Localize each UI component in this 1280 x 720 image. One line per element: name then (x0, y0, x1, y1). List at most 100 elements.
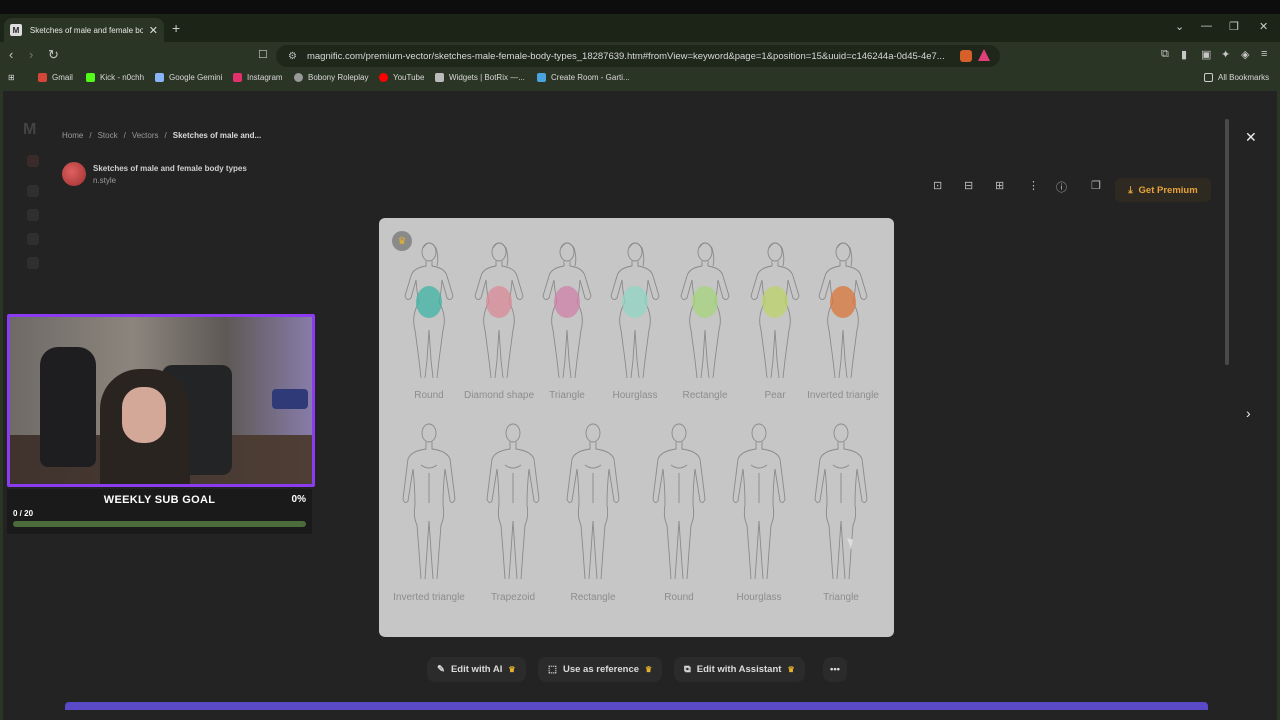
bookmark-gemini[interactable]: Google Gemini (155, 73, 222, 82)
webcam-overlay (7, 314, 315, 487)
ellipsis-icon: ••• (830, 664, 840, 675)
rewards-icon[interactable] (978, 49, 990, 61)
female-figure-7 (813, 240, 873, 385)
breadcrumb: Home / Stock / Vectors / Sketches of male a… (62, 131, 261, 140)
bookmark-youtube[interactable]: YouTube (379, 73, 424, 82)
site-info-icon[interactable]: ⚙ (288, 51, 297, 62)
breadcrumb-vectors[interactable]: Vectors (132, 131, 159, 140)
wallet-icon[interactable]: ▣ (1201, 48, 1211, 61)
avatar[interactable] (62, 162, 86, 186)
female-figure-3 (537, 240, 597, 385)
female-figure-label: Inverted triangle (807, 390, 879, 401)
sub-goal-widget: WEEKLY SUB GOAL 0% 0 / 20 (7, 489, 312, 534)
extensions-icon[interactable]: ⧉ (1161, 48, 1169, 61)
tab-search-icon[interactable]: ⌄ (1175, 20, 1184, 33)
female-figure-5 (675, 240, 735, 385)
sidebar-icon[interactable]: ▮ (1181, 48, 1187, 61)
bookmarks-bar: ⊞ Gmail Kick - n0chh Google Gemini Insta… (0, 70, 1280, 88)
url-text[interactable]: magnific.com/premium-vector/sketches-mal… (307, 51, 947, 62)
more-options-icon[interactable]: ⋮ (1028, 179, 1039, 192)
home-icon[interactable] (27, 185, 39, 197)
save-to-folder-icon[interactable]: ⊟ (964, 179, 973, 192)
bookmark-botrix[interactable]: Widgets | BotRix —... (435, 73, 525, 82)
author-block: Sketches of male and female body types n… (62, 162, 247, 186)
restore-button[interactable]: ❐ (1229, 20, 1239, 33)
male-figure-label: Triangle (823, 592, 859, 603)
reload-icon[interactable]: ↻ (48, 47, 59, 63)
male-figure-2 (483, 421, 543, 586)
address-bar[interactable]: ⚙ magnific.com/premium-vector/sketches-m… (276, 45, 1000, 67)
minimize-button[interactable]: — (1201, 20, 1212, 32)
bookmark-gartic[interactable]: Create Room - Garti... (537, 73, 630, 82)
male-figure-4 (649, 421, 709, 586)
bookmark-bobony[interactable]: Bobony Roleplay (294, 73, 368, 82)
assistant-icon: ⧉ (684, 664, 691, 675)
sub-goal-title: WEEKLY SUB GOAL (103, 494, 216, 506)
gartic-icon (537, 73, 546, 82)
female-figure-label: Round (414, 390, 444, 401)
bookmark-instagram[interactable]: Instagram (233, 73, 283, 82)
male-figure-3 (563, 421, 623, 586)
globe-icon (294, 73, 303, 82)
logo-icon[interactable]: M (23, 121, 36, 139)
browser-tab[interactable]: M Sketches of male and female bo... ✕ (4, 18, 164, 42)
more-actions-button[interactable]: ••• (823, 657, 847, 682)
scrollbar[interactable] (1225, 119, 1229, 365)
forward-icon[interactable]: › (29, 47, 33, 62)
breadcrumb-separator: / (89, 131, 92, 140)
breadcrumb-separator: / (123, 131, 126, 140)
menu-icon[interactable]: ≡ (1261, 48, 1267, 60)
grid-icon[interactable] (27, 233, 39, 245)
info-icon[interactable]: ⓘ (1056, 179, 1067, 195)
apps-icon[interactable]: ⊞ (8, 73, 15, 82)
reference-icon: ⬚ (548, 664, 557, 675)
download-icon: ⤓ (1128, 184, 1133, 196)
site-favicon-icon: M (10, 24, 22, 36)
leo-icon[interactable]: ✦ (1221, 48, 1230, 61)
settings-icon[interactable] (27, 257, 39, 269)
collection-icon[interactable]: ⊞ (995, 179, 1004, 192)
image-search-icon[interactable]: ⊡ (933, 179, 942, 192)
male-figure-label: Hourglass (736, 592, 782, 603)
vpn-icon[interactable]: ◈ (1241, 48, 1249, 61)
bookmark-icon[interactable]: ☐ (258, 48, 268, 61)
get-premium-button[interactable]: ⤓ Get Premium (1115, 178, 1211, 202)
female-figure-label: Hourglass (612, 390, 658, 401)
sub-goal-count: 0 / 20 (13, 509, 34, 518)
brave-shield-icon[interactable] (960, 50, 972, 62)
tab-bar: M Sketches of male and female bo... ✕ + … (0, 14, 1280, 42)
back-icon[interactable]: ‹ (9, 47, 13, 62)
author-name[interactable]: n.style (93, 176, 247, 185)
webcam-speaker (40, 347, 96, 467)
male-figure-6 (811, 421, 871, 586)
breadcrumb-stock[interactable]: Stock (98, 131, 118, 140)
breadcrumb-home[interactable]: Home (62, 131, 83, 140)
youtube-icon (379, 73, 388, 82)
male-figure-label: Round (664, 592, 694, 603)
webcam-face (122, 387, 166, 443)
breadcrumb-current: Sketches of male and... (172, 131, 262, 140)
close-icon[interactable]: ✕ (1245, 129, 1257, 146)
bottom-banner[interactable] (65, 702, 1208, 710)
rail-red-icon[interactable] (27, 155, 39, 167)
breadcrumb-separator: / (164, 131, 167, 140)
webcam-stool (272, 389, 308, 409)
folder-icon (1204, 73, 1213, 82)
female-figure-1 (399, 240, 459, 385)
gemini-icon (155, 73, 164, 82)
all-bookmarks[interactable]: All Bookmarks (1204, 73, 1269, 82)
search-icon[interactable] (27, 209, 39, 221)
use-as-reference-button[interactable]: ⬚ Use as reference ♛ (538, 657, 663, 682)
bookmark-gmail[interactable]: Gmail (38, 73, 73, 82)
copy-icon[interactable]: ❐ (1091, 179, 1101, 192)
edit-with-ai-button[interactable]: ✎ Edit with AI ♛ (427, 657, 526, 682)
sub-goal-progress-bar (13, 521, 306, 527)
male-figure-1 (399, 421, 459, 586)
bookmark-kick[interactable]: Kick - n0chh (86, 73, 144, 82)
new-tab-button[interactable]: + (172, 20, 180, 36)
edit-with-assistant-button[interactable]: ⧉ Edit with Assistant ♛ (674, 657, 805, 682)
window-close-button[interactable]: ✕ (1259, 20, 1268, 33)
next-arrow-icon[interactable]: › (1246, 405, 1251, 421)
male-figure-label: Rectangle (570, 592, 616, 603)
tab-close-icon[interactable]: ✕ (149, 24, 158, 37)
